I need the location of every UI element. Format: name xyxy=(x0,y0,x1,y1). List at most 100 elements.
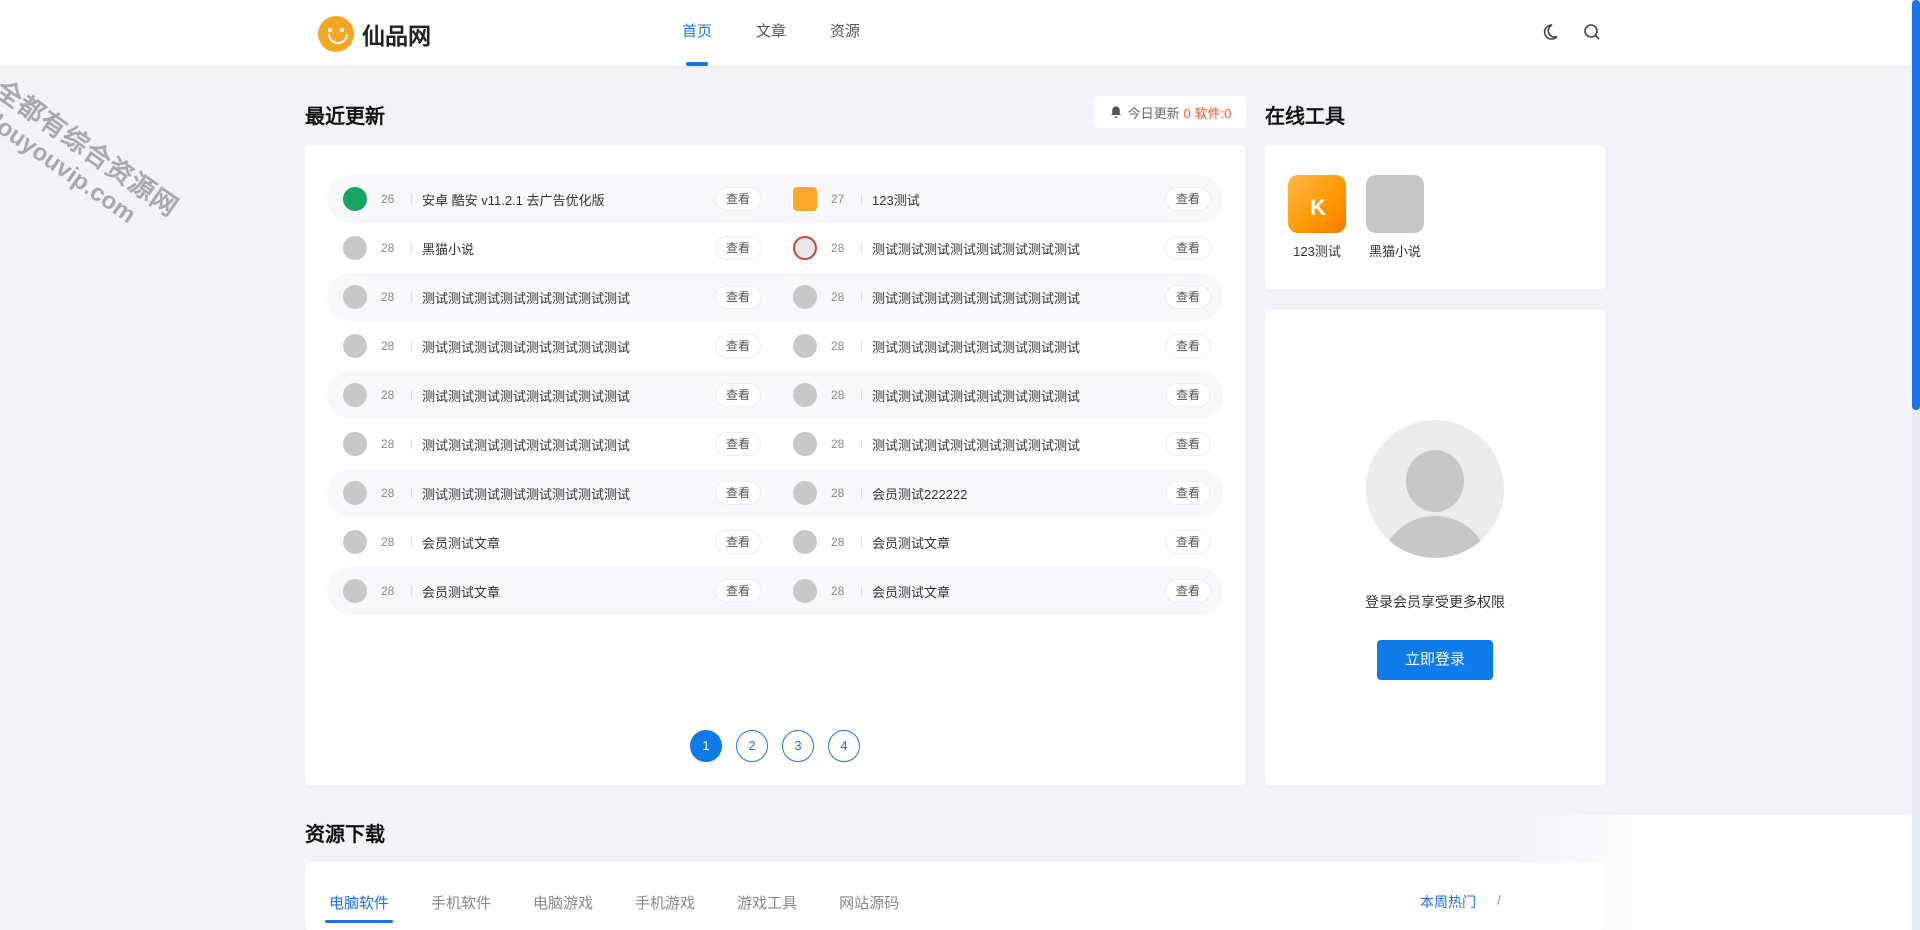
item-view-count: 27 xyxy=(831,192,845,206)
item-divider xyxy=(861,439,862,449)
corner-fade-overlay xyxy=(1515,815,1912,930)
list-item[interactable]: 28 黑猫小说 查看 xyxy=(327,224,775,272)
view-button[interactable]: 查看 xyxy=(1165,530,1211,554)
item-title[interactable]: 会员测试222222 xyxy=(872,484,1165,503)
view-button[interactable]: 查看 xyxy=(715,579,761,603)
search-icon[interactable] xyxy=(1582,22,1602,42)
item-avatar-icon xyxy=(343,530,367,554)
item-title[interactable]: 测试测试测试测试测试测试测试测试 xyxy=(872,386,1165,405)
tab-pc-software[interactable]: 电脑软件 xyxy=(324,892,394,923)
tab-mobile-software[interactable]: 手机软件 xyxy=(431,892,491,913)
view-button[interactable]: 查看 xyxy=(715,334,761,358)
list-item[interactable]: 28 会员测试文章 查看 xyxy=(777,518,1225,566)
list-item[interactable]: 28 会员测试文章 查看 xyxy=(327,567,775,615)
list-item[interactable]: 28 测试测试测试测试测试测试测试测试 查看 xyxy=(327,371,775,419)
nav-item-articles[interactable]: 文章 xyxy=(756,0,786,66)
view-button[interactable]: 查看 xyxy=(715,481,761,505)
view-button[interactable]: 查看 xyxy=(1165,187,1211,211)
list-row: 28 测试测试测试测试测试测试测试测试 查看 28 测试测试测试测试测试测试测试测试 查看 xyxy=(327,322,1223,370)
item-title[interactable]: 会员测试文章 xyxy=(872,533,1165,552)
view-button[interactable]: 查看 xyxy=(715,187,761,211)
page-2-button[interactable]: 2 xyxy=(736,730,768,762)
login-button[interactable]: 立即登录 xyxy=(1377,640,1493,680)
view-button[interactable]: 查看 xyxy=(1165,579,1211,603)
pagination: 1 2 3 4 xyxy=(690,730,874,762)
view-button[interactable]: 查看 xyxy=(715,285,761,309)
item-view-count: 28 xyxy=(831,388,845,402)
item-divider xyxy=(411,292,412,302)
list-item[interactable]: 28 会员测试文章 查看 xyxy=(327,518,775,566)
tool-label: 黑猫小说 xyxy=(1368,244,1421,259)
view-button[interactable]: 查看 xyxy=(1165,432,1211,456)
item-title[interactable]: 123测试 xyxy=(872,190,1165,209)
item-avatar-icon xyxy=(343,236,367,260)
item-title[interactable]: 会员测试文章 xyxy=(422,582,715,601)
view-button[interactable]: 查看 xyxy=(1165,383,1211,407)
tool-item-heimao[interactable]: 黑猫小说 xyxy=(1363,175,1427,260)
item-title[interactable]: 安卓 酷安 v11.2.1 去广告优化版 xyxy=(422,190,715,209)
view-button[interactable]: 查看 xyxy=(1165,236,1211,260)
weekly-hot-link[interactable]: 本周热门 xyxy=(1420,892,1476,912)
list-row: 28 测试测试测试测试测试测试测试测试 查看 28 测试测试测试测试测试测试测试测试 查看 xyxy=(327,273,1223,321)
item-title[interactable]: 会员测试文章 xyxy=(872,582,1165,601)
nav-item-home[interactable]: 首页 xyxy=(682,0,712,66)
list-item[interactable]: 28 测试测试测试测试测试测试测试测试 查看 xyxy=(777,371,1225,419)
tools-title: 在线工具 xyxy=(1265,106,1345,128)
list-item[interactable]: 28 测试测试测试测试测试测试测试测试 查看 xyxy=(327,273,775,321)
list-item[interactable]: 28 测试测试测试测试测试测试测试测试 查看 xyxy=(327,322,775,370)
nav-item-resources[interactable]: 资源 xyxy=(830,0,860,66)
tab-game-tools[interactable]: 游戏工具 xyxy=(737,892,797,913)
item-title[interactable]: 黑猫小说 xyxy=(422,239,715,258)
list-item[interactable]: 28 测试测试测试测试测试测试测试测试 查看 xyxy=(777,273,1225,321)
item-view-count: 28 xyxy=(381,290,395,304)
view-button[interactable]: 查看 xyxy=(715,432,761,456)
item-title[interactable]: 测试测试测试测试测试测试测试测试 xyxy=(422,386,715,405)
latest-updates-card: 1 2 3 4 26 安卓 酷安 v11.2.1 去广告优化版 查看 27 123测试查… xyxy=(305,145,1245,785)
item-title[interactable]: 测试测试测试测试测试测试测试测试 xyxy=(422,288,715,307)
item-view-count: 28 xyxy=(831,437,845,451)
list-item[interactable]: 26 安卓 酷安 v11.2.1 去广告优化版 查看 xyxy=(327,175,775,223)
today-update-label: 今日更新 xyxy=(1127,105,1180,121)
tool-item-123test[interactable]: 123测试 xyxy=(1285,175,1349,260)
list-item[interactable]: 28 测试测试测试测试测试测试测试测试 查看 xyxy=(777,420,1225,468)
item-title[interactable]: 测试测试测试测试测试测试测试测试 xyxy=(872,239,1165,258)
item-avatar-icon xyxy=(793,383,817,407)
list-item[interactable]: 28 会员测试222222 查看 xyxy=(777,469,1225,517)
latest-title: 最近更新 xyxy=(305,106,385,128)
page-4-button[interactable]: 4 xyxy=(828,730,860,762)
tab-site-source[interactable]: 网站源码 xyxy=(839,892,899,913)
top-header: 仙品网 首页 文章 资源 xyxy=(0,0,1912,66)
item-divider xyxy=(861,243,862,253)
item-title[interactable]: 测试测试测试测试测试测试测试测试 xyxy=(872,435,1165,454)
list-item[interactable]: 28 测试测试测试测试测试测试测试测试 查看 xyxy=(777,322,1225,370)
main-nav: 首页 文章 资源 xyxy=(660,0,882,66)
page-3-button[interactable]: 3 xyxy=(782,730,814,762)
site-logo-text: 仙品网 xyxy=(362,23,431,49)
item-title[interactable]: 测试测试测试测试测试测试测试测试 xyxy=(422,435,715,454)
dark-mode-icon[interactable] xyxy=(1540,22,1560,42)
login-tip: 登录会员享受更多权限 xyxy=(1365,594,1505,610)
list-row: 28 测试测试测试测试测试测试测试测试 查看 28 测试测试测试测试测试测试测试测试 查看 xyxy=(327,420,1223,468)
scrollbar-thumb[interactable] xyxy=(1912,0,1920,410)
tab-pc-games[interactable]: 电脑游戏 xyxy=(533,892,593,913)
item-title[interactable]: 会员测试文章 xyxy=(422,533,715,552)
list-row: 28 黑猫小说 查看 28 测试测试测试测试测试测试测试测试 查看 xyxy=(327,224,1223,272)
item-title[interactable]: 测试测试测试测试测试测试测试测试 xyxy=(422,337,715,356)
view-button[interactable]: 查看 xyxy=(1165,334,1211,358)
view-button[interactable]: 查看 xyxy=(1165,481,1211,505)
item-title[interactable]: 测试测试测试测试测试测试测试测试 xyxy=(872,288,1165,307)
site-logo[interactable]: 仙品网 xyxy=(318,16,431,52)
list-item[interactable]: 28 测试测试测试测试测试测试测试测试 查看 xyxy=(327,469,775,517)
view-button[interactable]: 查看 xyxy=(715,383,761,407)
view-button[interactable]: 查看 xyxy=(715,530,761,554)
list-item[interactable]: 28 会员测试文章 查看 xyxy=(777,567,1225,615)
tab-mobile-games[interactable]: 手机游戏 xyxy=(635,892,695,913)
list-item[interactable]: 28 测试测试测试测试测试测试测试测试 查看 xyxy=(777,224,1225,272)
view-button[interactable]: 查看 xyxy=(715,236,761,260)
view-button[interactable]: 查看 xyxy=(1165,285,1211,309)
list-item[interactable]: 27 123测试 查看 xyxy=(777,175,1225,223)
item-title[interactable]: 测试测试测试测试测试测试测试测试 xyxy=(872,337,1165,356)
page-1-button[interactable]: 1 xyxy=(690,730,722,762)
list-item[interactable]: 28 测试测试测试测试测试测试测试测试 查看 xyxy=(327,420,775,468)
item-title[interactable]: 测试测试测试测试测试测试测试测试 xyxy=(422,484,715,503)
